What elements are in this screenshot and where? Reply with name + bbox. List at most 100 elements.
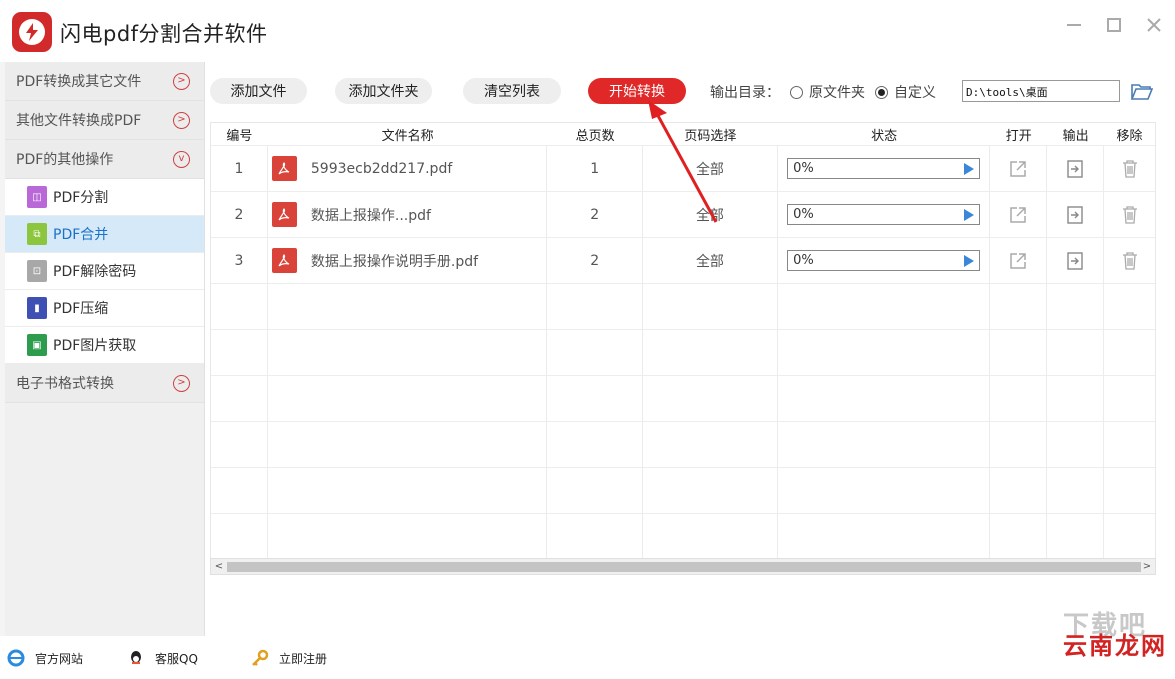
chevron-right-icon: > — [173, 111, 190, 129]
empty-row — [211, 329, 1155, 375]
progress-bar: 0% — [787, 204, 981, 225]
sidebar-item-pdf-unlock[interactable]: ⊡ PDF解除密码 — [5, 253, 204, 290]
table-row[interactable]: 3 数据上报操作说明手册.pdf 2 全部 0% — [211, 237, 1155, 283]
scroll-thumb[interactable] — [227, 562, 1141, 572]
pdf-file-icon — [271, 248, 297, 273]
sidebar-cat-pdf-other-ops[interactable]: PDF的其他操作 v — [5, 140, 204, 179]
footer-label: 客服QQ — [155, 651, 198, 666]
output-icon[interactable] — [1047, 192, 1105, 237]
add-file-button[interactable]: 添加文件 — [210, 78, 307, 104]
chevron-down-icon: v — [173, 150, 190, 168]
pdf-file-icon — [271, 202, 297, 227]
cell-status: 0% — [778, 146, 991, 191]
output-dir-label: 输出目录： — [710, 85, 780, 101]
sidebar-cat-label: PDF的其他操作 — [16, 152, 114, 168]
footer-label: 立即注册 — [279, 651, 328, 666]
sidebar-item-pdf-merge[interactable]: ⧉ PDF合并 — [5, 216, 204, 253]
empty-row — [211, 421, 1155, 467]
cell-range[interactable]: 全部 — [643, 192, 778, 237]
clear-list-button[interactable]: 清空列表 — [463, 78, 561, 104]
radio-label: 自定义 — [894, 85, 936, 101]
close-button[interactable] — [1143, 14, 1165, 36]
sidebar-cat-pdf-to-other[interactable]: PDF转换成其它文件 > — [5, 62, 204, 101]
cell-pages: 2 — [547, 238, 644, 283]
cell-status: 0% — [778, 238, 991, 283]
radio-dot — [875, 85, 888, 99]
cell-name: 数据上报操作...pdf — [268, 192, 548, 237]
output-path-input[interactable]: D:\tools\桌面 — [962, 80, 1120, 102]
cell-range[interactable]: 全部 — [643, 238, 778, 283]
pdf-file-icon — [271, 156, 297, 181]
progress-bar: 0% — [787, 250, 981, 271]
progress-text: 0% — [793, 161, 814, 176]
cell-name: 数据上报操作说明手册.pdf — [268, 238, 548, 283]
play-icon[interactable] — [964, 162, 975, 175]
empty-row — [211, 513, 1155, 559]
radio-dot — [790, 85, 803, 99]
trash-icon[interactable] — [1104, 146, 1155, 191]
qq-icon — [131, 651, 141, 664]
col-header-output: 输出 — [1062, 128, 1089, 144]
play-icon[interactable] — [964, 254, 975, 267]
minimize-button[interactable] — [1063, 14, 1085, 36]
table-row[interactable]: 1 5993ecb2dd217.pdf 1 全部 0% — [211, 145, 1155, 191]
cell-index: 2 — [211, 192, 268, 237]
scroll-right-icon[interactable]: > — [1139, 559, 1155, 574]
footer-label: 官方网站 — [35, 651, 84, 666]
col-header-name: 文件名称 — [381, 128, 434, 144]
support-qq-link[interactable]: 客服QQ — [127, 649, 198, 667]
sidebar-item-pdf-images[interactable]: ▣ PDF图片获取 — [5, 327, 204, 364]
open-icon[interactable] — [990, 238, 1048, 283]
sidebar-cat-label: 电子书格式转换 — [16, 376, 114, 392]
add-folder-button[interactable]: 添加文件夹 — [335, 78, 432, 104]
footer: 官方网站 客服QQ 立即注册 — [0, 636, 1175, 679]
sidebar-cat-other-to-pdf[interactable]: 其他文件转换成PDF > — [5, 101, 204, 140]
open-icon[interactable] — [990, 146, 1048, 191]
ie-icon — [7, 649, 25, 667]
sidebar-item-pdf-split[interactable]: ◫ PDF分割 — [5, 179, 204, 216]
register-link[interactable]: 立即注册 — [251, 649, 327, 667]
chevron-right-icon: > — [173, 72, 190, 90]
play-icon[interactable] — [964, 208, 975, 221]
website-link[interactable]: 官方网站 — [7, 649, 83, 667]
col-header-open: 打开 — [1005, 128, 1032, 144]
merge-icon: ⧉ — [27, 223, 47, 245]
col-header-range: 页码选择 — [684, 128, 737, 144]
scroll-left-icon[interactable]: < — [211, 559, 227, 574]
horizontal-scrollbar[interactable]: < > — [210, 558, 1156, 575]
key-icon — [252, 649, 269, 666]
app-logo-icon — [12, 12, 52, 52]
output-icon[interactable] — [1047, 146, 1105, 191]
trash-icon[interactable] — [1104, 192, 1155, 237]
radio-custom-folder[interactable]: 自定义 — [875, 82, 936, 102]
sidebar-cat-ebook[interactable]: 电子书格式转换 > — [5, 364, 204, 403]
col-header-index: 编号 — [226, 128, 253, 144]
progress-text: 0% — [793, 207, 814, 222]
lock-icon: ⊡ — [27, 260, 47, 282]
radio-original-folder[interactable]: 原文件夹 — [790, 82, 865, 102]
table-row[interactable]: 2 数据上报操作...pdf 2 全部 0% — [211, 191, 1155, 237]
sidebar-item-label: PDF分割 — [53, 190, 109, 206]
sidebar: PDF转换成其它文件 > 其他文件转换成PDF > PDF的其他操作 v ◫ P… — [5, 62, 205, 636]
sidebar-item-pdf-compress[interactable]: ▮ PDF压缩 — [5, 290, 204, 327]
file-name: 5993ecb2dd217.pdf — [310, 160, 453, 177]
radio-label: 原文件夹 — [809, 85, 865, 101]
folder-open-icon[interactable] — [1130, 80, 1154, 102]
main-panel: 添加文件 添加文件夹 清空列表 开始转换 输出目录： 原文件夹 自定义 D:\t… — [205, 62, 1175, 636]
trash-icon[interactable] — [1104, 238, 1155, 283]
cell-range[interactable]: 全部 — [643, 146, 778, 191]
maximize-button[interactable] — [1103, 14, 1125, 36]
empty-row — [211, 283, 1155, 329]
file-name: 数据上报操作说明手册.pdf — [310, 253, 479, 270]
app-title: 闪电pdf分割合并软件 — [60, 22, 268, 46]
sidebar-item-label: PDF压缩 — [53, 301, 109, 317]
sidebar-cat-label: PDF转换成其它文件 — [16, 74, 142, 90]
start-convert-button[interactable]: 开始转换 — [588, 78, 686, 104]
open-icon[interactable] — [990, 192, 1048, 237]
image-icon: ▣ — [27, 334, 47, 356]
output-icon[interactable] — [1047, 238, 1105, 283]
cell-name: 5993ecb2dd217.pdf — [268, 146, 548, 191]
cell-index: 1 — [211, 146, 268, 191]
col-header-pages: 总页数 — [575, 128, 615, 144]
sidebar-item-label: PDF合并 — [53, 227, 109, 243]
